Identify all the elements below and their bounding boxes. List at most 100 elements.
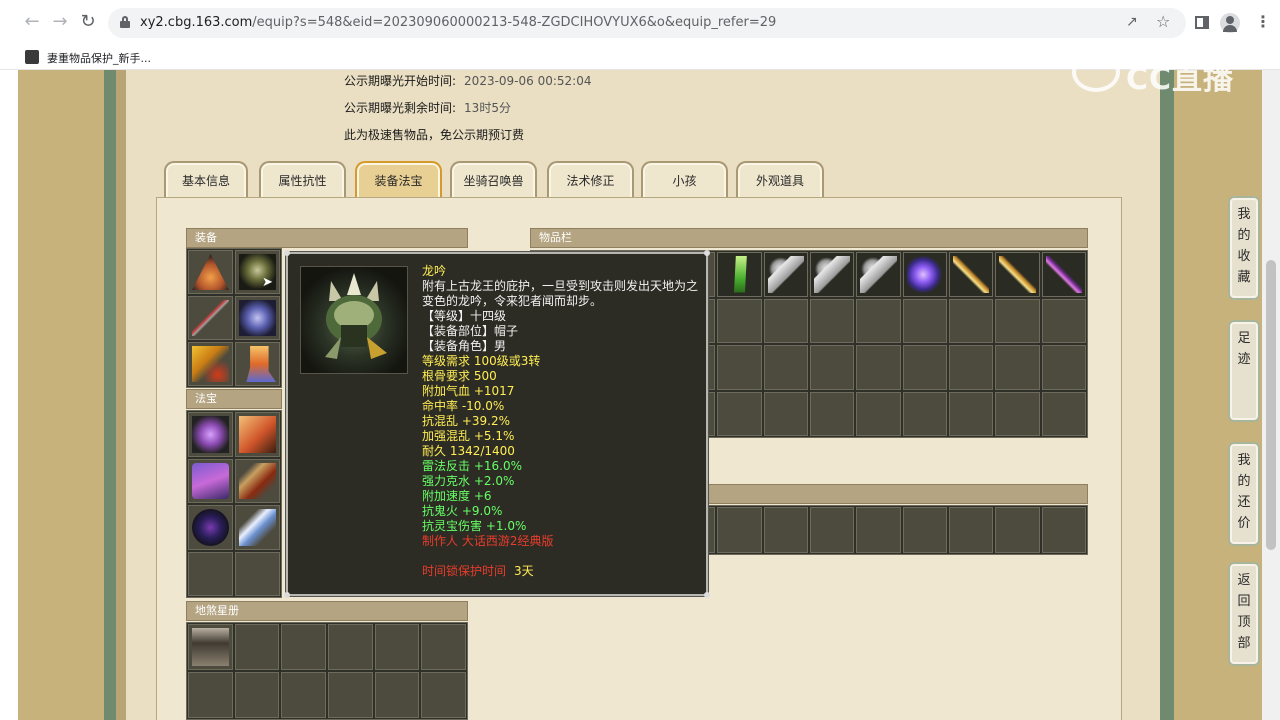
inventory-slot[interactable] — [856, 252, 901, 297]
book-slot[interactable] — [374, 672, 420, 718]
equip-slot[interactable] — [235, 342, 280, 386]
book-slot[interactable] — [234, 624, 280, 670]
inventory-slot[interactable] — [902, 391, 947, 436]
forward-arrow-icon[interactable]: → — [50, 12, 70, 32]
inventory-slot[interactable] — [809, 391, 855, 436]
inventory-slot[interactable] — [902, 252, 947, 297]
inventory-slot[interactable] — [809, 507, 855, 553]
inventory-slot[interactable] — [948, 252, 994, 297]
back-arrow-icon[interactable]: ← — [22, 12, 42, 32]
treasure-slot[interactable] — [188, 551, 233, 596]
bookmark-item[interactable]: 妻重物品保护_新手... — [47, 50, 151, 66]
treasure-slot[interactable] — [235, 458, 280, 503]
book-slot[interactable] — [281, 672, 326, 718]
treasure-item-icon — [239, 509, 276, 546]
book-slot[interactable] — [234, 672, 280, 718]
equip-slot[interactable] — [188, 250, 233, 294]
inventory-slot[interactable] — [948, 298, 994, 343]
book-slot[interactable] — [281, 624, 326, 670]
inventory-slot[interactable] — [717, 391, 762, 436]
section-book-header: 地煞星册 — [186, 601, 468, 621]
share-icon[interactable]: ↗ — [1126, 14, 1138, 30]
inventory-slot[interactable] — [995, 252, 1040, 297]
treasure-slot[interactable] — [188, 505, 233, 550]
treasure-slot[interactable] — [235, 505, 280, 550]
book-slot[interactable] — [188, 672, 233, 718]
tab-child[interactable]: 小孩 — [641, 161, 728, 199]
inventory-slot[interactable] — [902, 345, 947, 390]
inventory-slot[interactable] — [902, 507, 947, 553]
exposure-remaining-line: 公示期曝光剩余时间: 13时5分 — [344, 99, 511, 116]
inventory-slot[interactable] — [717, 298, 762, 343]
inventory-slot[interactable] — [1041, 298, 1086, 343]
inventory-slot[interactable] — [763, 298, 808, 343]
item-resist-ghostfire: 抗鬼火 +9.0% — [422, 504, 503, 518]
tab-mounts-pets[interactable]: 坐骑召唤兽 — [450, 161, 537, 199]
inventory-slot[interactable] — [809, 252, 855, 297]
inventory-slot[interactable] — [717, 345, 762, 390]
inventory-slot[interactable] — [717, 507, 762, 553]
book-slot[interactable] — [188, 624, 233, 670]
inventory-slot[interactable] — [763, 345, 808, 390]
treasure-slot[interactable] — [235, 551, 280, 596]
treasure-item-icon — [239, 462, 276, 499]
tab-attributes[interactable]: 属性抗性 — [259, 161, 346, 199]
inventory-slot[interactable] — [995, 345, 1040, 390]
treasure-slot[interactable] — [235, 412, 280, 457]
inventory-slot[interactable] — [763, 507, 808, 553]
equip-slot[interactable] — [235, 296, 280, 340]
treasure-slot[interactable] — [188, 412, 233, 457]
inventory-slot[interactable] — [948, 391, 994, 436]
inventory-slot[interactable] — [717, 252, 762, 297]
inventory-slot[interactable] — [763, 252, 808, 297]
treasure-item-icon — [192, 509, 229, 546]
reload-icon[interactable]: ↻ — [78, 12, 98, 32]
item-maker: 制作人 大话西游2经典版 — [422, 534, 554, 548]
float-bargain-button[interactable]: 我的还价 — [1228, 442, 1260, 546]
url-text[interactable]: xy2.cbg.163.com/equip?s=548&eid=20230906… — [140, 15, 776, 30]
inventory-slot[interactable] — [1041, 507, 1086, 553]
inventory-slot[interactable] — [856, 507, 901, 553]
inventory-slot[interactable] — [1041, 391, 1086, 436]
page-frame-right — [1160, 70, 1174, 720]
book-slot[interactable] — [421, 624, 466, 670]
inventory-slot[interactable] — [809, 345, 855, 390]
float-footprint-label: 足迹 — [1237, 331, 1251, 367]
inventory-slot[interactable] — [948, 507, 994, 553]
inventory-slot[interactable] — [995, 298, 1040, 343]
star-icon[interactable]: ☆ — [1156, 12, 1170, 31]
address-bar[interactable]: xy2.cbg.163.com/equip?s=548&eid=20230906… — [108, 8, 1186, 38]
side-panel-icon[interactable] — [1195, 16, 1209, 29]
section-treasure-header: 法宝 — [186, 389, 282, 409]
menu-kebab-icon[interactable]: ⋮ — [1255, 12, 1271, 31]
tab-basic-info[interactable]: 基本信息 — [164, 161, 248, 199]
book-slot[interactable] — [328, 672, 373, 718]
equip-slot[interactable]: ➤ — [235, 250, 280, 294]
inventory-slot[interactable] — [1041, 345, 1086, 390]
profile-icon[interactable] — [1220, 13, 1240, 33]
inventory-slot[interactable] — [856, 391, 901, 436]
inventory-slot[interactable] — [856, 298, 901, 343]
equip-slot[interactable] — [188, 342, 233, 386]
inventory-slot[interactable] — [902, 298, 947, 343]
tab-equipment[interactable]: 装备法宝 — [355, 161, 442, 199]
book-slot[interactable] — [421, 672, 466, 718]
inventory-slot[interactable] — [1041, 252, 1086, 297]
inventory-slot[interactable] — [995, 507, 1040, 553]
inventory-slot[interactable] — [948, 345, 994, 390]
treasure-slot[interactable] — [188, 458, 233, 503]
float-favorites-button[interactable]: 我的收藏 — [1228, 196, 1260, 300]
inventory-slot[interactable] — [809, 298, 855, 343]
book-slot[interactable] — [374, 624, 420, 670]
tab-spell-correction[interactable]: 法术修正 — [547, 161, 634, 199]
float-back-to-top-button[interactable]: 返回顶部 — [1228, 562, 1260, 666]
inventory-slot[interactable] — [995, 391, 1040, 436]
inventory-slot[interactable] — [763, 391, 808, 436]
float-footprint-button[interactable]: 足迹 — [1228, 320, 1260, 422]
equip-slot[interactable] — [188, 296, 233, 340]
inventory-slot[interactable] — [856, 345, 901, 390]
scrollbar-thumb[interactable] — [1266, 260, 1276, 550]
book-slot[interactable] — [328, 624, 373, 670]
tab-appearance[interactable]: 外观道具 — [736, 161, 824, 199]
page-scrollbar-track[interactable] — [1262, 70, 1280, 720]
